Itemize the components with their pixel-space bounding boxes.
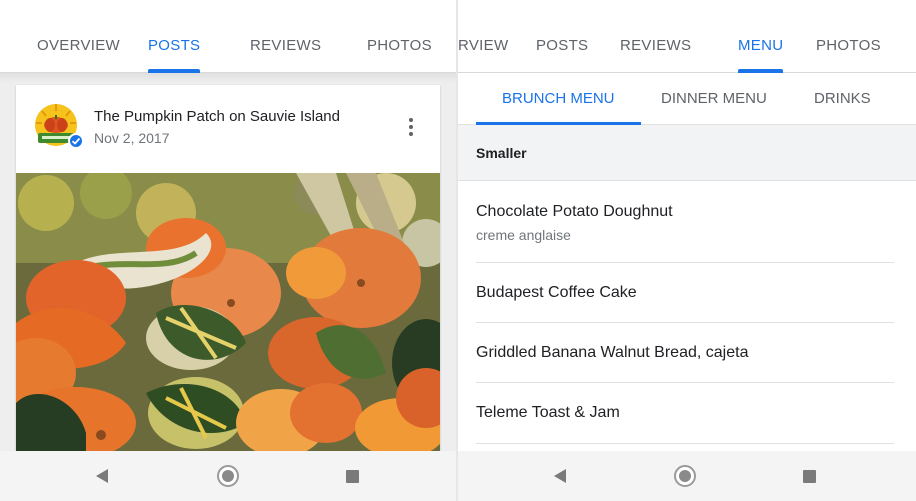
tab-photos[interactable]: PHOTOS xyxy=(367,18,432,73)
tab-label: RVIEW xyxy=(458,37,509,54)
tab-label: PHOTOS xyxy=(816,37,881,54)
tab-label: REVIEWS xyxy=(250,37,322,54)
menu-item[interactable]: Budapest Coffee Cake xyxy=(476,263,894,323)
back-icon[interactable] xyxy=(96,469,108,483)
tab-reviews[interactable]: REVIEWS xyxy=(620,18,691,73)
verified-badge-icon xyxy=(68,133,84,149)
tab-posts[interactable]: POSTS xyxy=(536,18,588,73)
tab-label: MENU xyxy=(738,37,784,54)
more-vert-icon[interactable] xyxy=(408,118,414,138)
tab-label: REVIEWS xyxy=(620,37,692,54)
post-photo[interactable] xyxy=(16,173,440,451)
post-card[interactable]: The Pumpkin Patch on Sauvie Island Nov 2… xyxy=(16,85,440,451)
tab-label: BRUNCH MENU xyxy=(502,90,615,107)
avatar[interactable] xyxy=(34,103,84,149)
menu-item[interactable]: Teleme Toast & Jam xyxy=(476,383,894,444)
menu-item-name: Chocolate Potato Doughnut xyxy=(476,203,673,220)
tab-reviews[interactable]: REVIEWS xyxy=(250,18,321,73)
section-title: Smaller xyxy=(476,145,527,161)
menu-item-name: Griddled Banana Walnut Bread, cajeta xyxy=(476,344,749,361)
tab-brunch-menu[interactable]: BRUNCH MENU xyxy=(476,73,641,125)
right-screen: RVIEW POSTS REVIEWS MENU PHOTOS BRUNCH M… xyxy=(458,0,916,501)
menu-item-name: Teleme Toast & Jam xyxy=(476,404,620,421)
system-nav-bar xyxy=(458,451,916,501)
tab-photos[interactable]: PHOTOS xyxy=(816,18,881,73)
tab-overview[interactable]: RVIEW xyxy=(458,18,508,73)
tab-dinner-menu[interactable]: DINNER MENU xyxy=(661,73,767,125)
place-tabs: RVIEW POSTS REVIEWS MENU PHOTOS xyxy=(458,18,916,73)
tab-overview[interactable]: OVERVIEW xyxy=(37,18,120,73)
recents-icon[interactable] xyxy=(803,470,816,483)
tab-drinks[interactable]: DRINKS xyxy=(814,73,871,125)
system-nav-bar xyxy=(0,451,456,501)
home-icon[interactable] xyxy=(217,465,239,487)
menu-item-name: Budapest Coffee Cake xyxy=(476,284,637,301)
tab-posts[interactable]: POSTS xyxy=(148,18,201,73)
menu-item[interactable]: Chocolate Potato Doughnut creme anglaise xyxy=(476,181,894,263)
tab-menu[interactable]: MENU xyxy=(738,18,784,73)
tab-label: DINNER MENU xyxy=(661,90,767,107)
tab-label: OVERVIEW xyxy=(37,37,120,54)
recents-icon[interactable] xyxy=(346,470,359,483)
tab-label: DRINKS xyxy=(814,90,871,107)
tabbar-shadow xyxy=(0,73,456,83)
post-author[interactable]: The Pumpkin Patch on Sauvie Island xyxy=(94,108,340,125)
menu-tabs: BRUNCH MENU DINNER MENU DRINKS xyxy=(458,73,916,125)
place-tabs: OVERVIEW POSTS REVIEWS PHOTOS xyxy=(0,18,456,73)
menu-section-header: Smaller xyxy=(458,125,916,181)
tab-label: POSTS xyxy=(536,37,589,54)
post-date: Nov 2, 2017 xyxy=(94,130,170,146)
tab-label: POSTS xyxy=(148,37,201,54)
menu-item-description: creme anglaise xyxy=(476,227,571,243)
left-screen: OVERVIEW POSTS REVIEWS PHOTOS The Pumpki… xyxy=(0,0,456,501)
menu-item[interactable]: Griddled Banana Walnut Bread, cajeta xyxy=(476,323,894,383)
home-icon[interactable] xyxy=(674,465,696,487)
back-icon[interactable] xyxy=(554,469,566,483)
tab-label: PHOTOS xyxy=(367,37,432,54)
